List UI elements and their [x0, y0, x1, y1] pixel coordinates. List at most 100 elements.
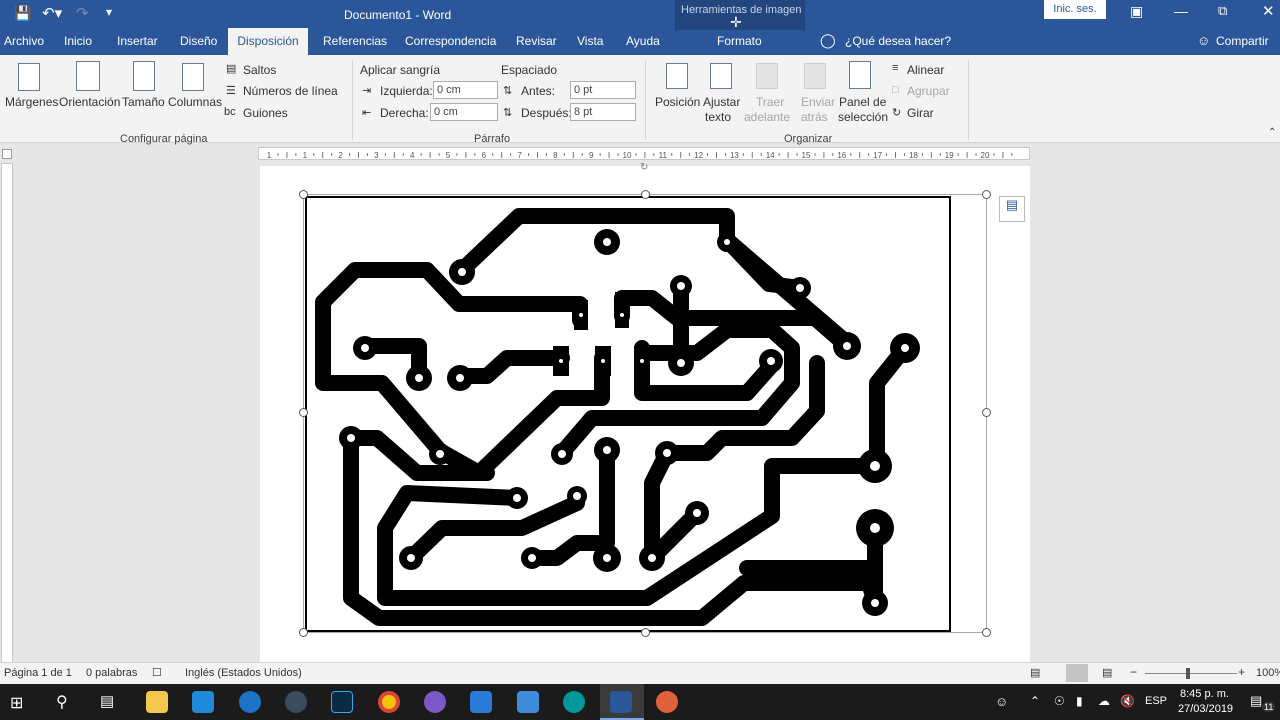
notification-icon[interactable]: ▤ [1250, 693, 1262, 709]
page-setup-group-label: Configurar página [120, 133, 208, 145]
ribbon-display-icon[interactable]: ▣ [1130, 3, 1143, 20]
tab-disposicion[interactable]: Disposición [228, 28, 308, 55]
close-icon[interactable]: ✕ [1262, 2, 1275, 20]
clock-date[interactable]: 27/03/2019 [1178, 703, 1233, 715]
tab-referencias[interactable]: Referencias [323, 34, 387, 48]
customize-qat-icon[interactable]: ▾ [106, 5, 112, 19]
resize-handle-ne[interactable] [982, 190, 991, 199]
store-icon[interactable] [192, 691, 214, 713]
windows-start-icon[interactable]: ⊞ [10, 693, 23, 713]
tab-revisar[interactable]: Revisar [516, 34, 557, 48]
file-explorer-icon[interactable] [146, 691, 168, 713]
indent-title: Aplicar sangría [360, 63, 441, 77]
align-button[interactable]: Alinear [907, 63, 944, 77]
minimize-icon[interactable]: — [1174, 3, 1188, 19]
position-icon[interactable] [666, 63, 688, 89]
task-view-icon[interactable]: ▤ [100, 692, 114, 710]
onedrive-icon[interactable]: ☁ [1098, 694, 1110, 708]
margins-icon[interactable] [18, 63, 40, 91]
spacing-before-input[interactable]: 0 pt [570, 81, 636, 99]
document-title: Documento1 - Word [344, 8, 452, 22]
size-icon[interactable] [133, 61, 155, 91]
columns-icon[interactable] [182, 63, 204, 91]
indent-left-input[interactable]: 0 cm [433, 81, 498, 99]
tab-diseno[interactable]: Diseño [180, 34, 217, 48]
layout-options-icon[interactable]: ▤ [999, 196, 1025, 222]
status-bar: Página 1 de 1 0 palabras ☐ Inglés (Estad… [0, 662, 1280, 684]
search-icon[interactable]: ⚲ [56, 692, 68, 712]
line-numbers-button[interactable]: Números de línea [243, 84, 338, 98]
line-numbers-icon: ☰ [226, 85, 236, 97]
spacing-after-input[interactable]: 8 pt [570, 103, 636, 121]
undo-icon[interactable]: ↶▾ [42, 4, 62, 22]
web-layout-icon[interactable]: ▤ [1102, 666, 1112, 679]
collapse-ribbon-icon[interactable]: ⌃ [1268, 127, 1276, 138]
zoom-slider[interactable] [1145, 673, 1237, 674]
tab-correspondencia[interactable]: Correspondencia [405, 34, 496, 48]
restore-icon[interactable]: ⧉ [1218, 3, 1227, 19]
notes-app-icon[interactable] [517, 691, 539, 713]
hand-app-icon[interactable] [656, 691, 678, 713]
selection-pane-label: Panel de [839, 95, 887, 109]
margins-label: Márgenes [5, 95, 59, 109]
wifi-icon[interactable]: ☉ [1054, 694, 1065, 708]
wrap-text-icon[interactable] [710, 63, 732, 89]
spacing-before-icon: ⇅ [503, 85, 513, 97]
rotate-button[interactable]: Girar [907, 106, 934, 120]
tab-ayuda[interactable]: Ayuda [626, 34, 660, 48]
zoom-slider-thumb[interactable] [1186, 668, 1190, 679]
sign-in-button[interactable]: Inic. ses. [1044, 0, 1106, 19]
zoom-in-button[interactable]: + [1238, 665, 1245, 679]
chrome-icon[interactable] [378, 691, 400, 713]
photoshop-icon[interactable] [331, 691, 353, 713]
battery-icon[interactable]: ▮ [1076, 694, 1083, 708]
pcb-image[interactable] [305, 196, 951, 632]
input-language[interactable]: ESP [1145, 695, 1167, 707]
word-count[interactable]: 0 palabras [86, 667, 137, 679]
resize-handle-se[interactable] [982, 628, 991, 637]
resize-handle-s[interactable] [641, 628, 650, 637]
selection-pane-icon[interactable] [849, 61, 871, 89]
page-count[interactable]: Página 1 de 1 [4, 667, 72, 679]
resize-handle-w[interactable] [299, 408, 308, 417]
rotate-handle-icon[interactable]: ↻ [640, 162, 651, 173]
people-icon[interactable]: ☺ [995, 694, 1008, 709]
tab-archivo[interactable]: Archivo [4, 34, 44, 48]
proofing-icon[interactable]: ☐ [152, 666, 162, 679]
tray-chevron-icon[interactable]: ⌃ [1030, 694, 1040, 708]
breaks-button[interactable]: Saltos [243, 63, 276, 77]
print-layout-icon[interactable] [1066, 664, 1088, 682]
share-button[interactable]: Compartir [1216, 34, 1269, 48]
language-status[interactable]: Inglés (Estados Unidos) [185, 667, 302, 679]
spacing-after-label: Después: [521, 106, 572, 120]
tab-insertar[interactable]: Insertar [117, 34, 158, 48]
zoom-out-button[interactable]: − [1130, 665, 1137, 679]
arduino-icon[interactable] [563, 691, 585, 713]
save-icon[interactable]: 💾 [14, 5, 31, 22]
indent-right-input[interactable]: 0 cm [430, 103, 498, 121]
read-mode-icon[interactable]: ▤ [1030, 666, 1040, 679]
tab-vista[interactable]: Vista [577, 34, 603, 48]
orientation-icon[interactable] [76, 61, 100, 91]
volume-muted-icon[interactable]: 🔇 [1120, 694, 1135, 708]
app-swirl-icon[interactable] [424, 691, 446, 713]
ruler-label: 16 [837, 151, 846, 160]
edge-icon[interactable] [239, 691, 261, 713]
indent-left-label: Izquierda: [380, 84, 433, 98]
zoom-level[interactable]: 100% [1256, 667, 1280, 679]
resize-handle-sw[interactable] [299, 628, 308, 637]
d-app-icon[interactable] [470, 691, 492, 713]
resize-handle-n[interactable] [641, 190, 650, 199]
atom-app-icon[interactable] [285, 691, 307, 713]
clock-time[interactable]: 8:45 p. m. [1180, 688, 1229, 700]
spacing-before-label: Antes: [521, 84, 556, 98]
tab-formato[interactable]: Formato [717, 34, 762, 48]
tab-inicio[interactable]: Inicio [64, 34, 92, 48]
resize-handle-e[interactable] [982, 408, 991, 417]
word-icon[interactable] [610, 691, 632, 713]
separator [968, 60, 969, 140]
hyphenation-button[interactable]: Guiones [243, 106, 288, 120]
tell-me-search[interactable]: ¿Qué desea hacer? [845, 34, 951, 48]
resize-handle-nw[interactable] [299, 190, 308, 199]
tab-selector[interactable] [2, 149, 12, 159]
